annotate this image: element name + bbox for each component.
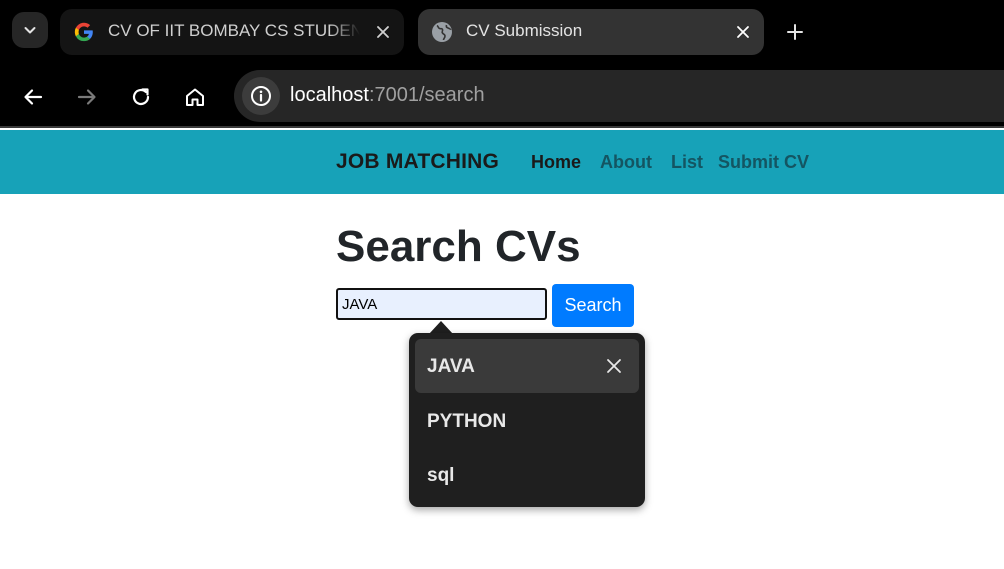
browser-tab-cv-submission[interactable]: CV Submission [418, 9, 764, 55]
suggestion-item-python[interactable]: PYTHON [415, 394, 639, 448]
search-input[interactable] [336, 288, 547, 320]
page-title: Search CVs [336, 222, 581, 271]
arrow-right-icon [77, 89, 96, 105]
close-tab-icon[interactable] [732, 21, 754, 43]
tab-title: CV Submission [466, 21, 583, 40]
suggestion-label: PYTHON [427, 411, 507, 432]
url-path: :7001/search [368, 84, 485, 106]
suggestion-item-java[interactable]: JAVA [415, 339, 639, 393]
tab-search-button[interactable] [12, 12, 48, 48]
tab-title: CV OF IIT BOMBAY CS STUDENT [108, 21, 360, 40]
suggestion-label: JAVA [427, 356, 475, 377]
chevron-down-icon [24, 27, 36, 34]
nav-link-submit-cv[interactable]: Submit CV [718, 152, 809, 173]
site-info-button[interactable] [242, 77, 280, 115]
url-text[interactable]: localhost:7001/search [290, 84, 485, 107]
autocomplete-dropdown: JAVA PYTHON sql [409, 333, 645, 507]
reload-icon [132, 88, 150, 106]
google-icon [72, 20, 96, 44]
remove-suggestion-icon[interactable] [603, 355, 625, 377]
nav-link-home[interactable]: Home [531, 152, 581, 173]
back-button[interactable] [13, 77, 53, 117]
info-icon [251, 86, 271, 106]
plus-icon [787, 24, 803, 40]
home-icon [186, 88, 204, 106]
home-button[interactable] [175, 77, 215, 117]
browser-toolbar: localhost:7001/search [0, 64, 1004, 128]
brand-logo[interactable]: JOB MATCHING [336, 150, 499, 174]
nav-link-list[interactable]: List [671, 152, 703, 173]
close-tab-icon[interactable] [372, 21, 394, 43]
address-bar[interactable]: localhost:7001/search [234, 70, 1004, 122]
site-navbar: JOB MATCHING Home About List Submit CV [0, 130, 1004, 194]
arrow-left-icon [24, 89, 43, 105]
globe-icon [430, 20, 454, 44]
search-button[interactable]: Search [552, 284, 634, 327]
url-host: localhost [290, 84, 369, 106]
new-tab-button[interactable] [776, 13, 814, 51]
tab-strip: CV OF IIT BOMBAY CS STUDENT CV Submissio… [0, 0, 1004, 64]
reload-button[interactable] [121, 77, 161, 117]
nav-link-about[interactable]: About [600, 152, 652, 173]
suggestion-item-sql[interactable]: sql [415, 448, 639, 502]
suggestion-label: sql [427, 465, 455, 486]
forward-button[interactable] [67, 77, 107, 117]
browser-tab-cv-iit[interactable]: CV OF IIT BOMBAY CS STUDENT [60, 9, 404, 55]
